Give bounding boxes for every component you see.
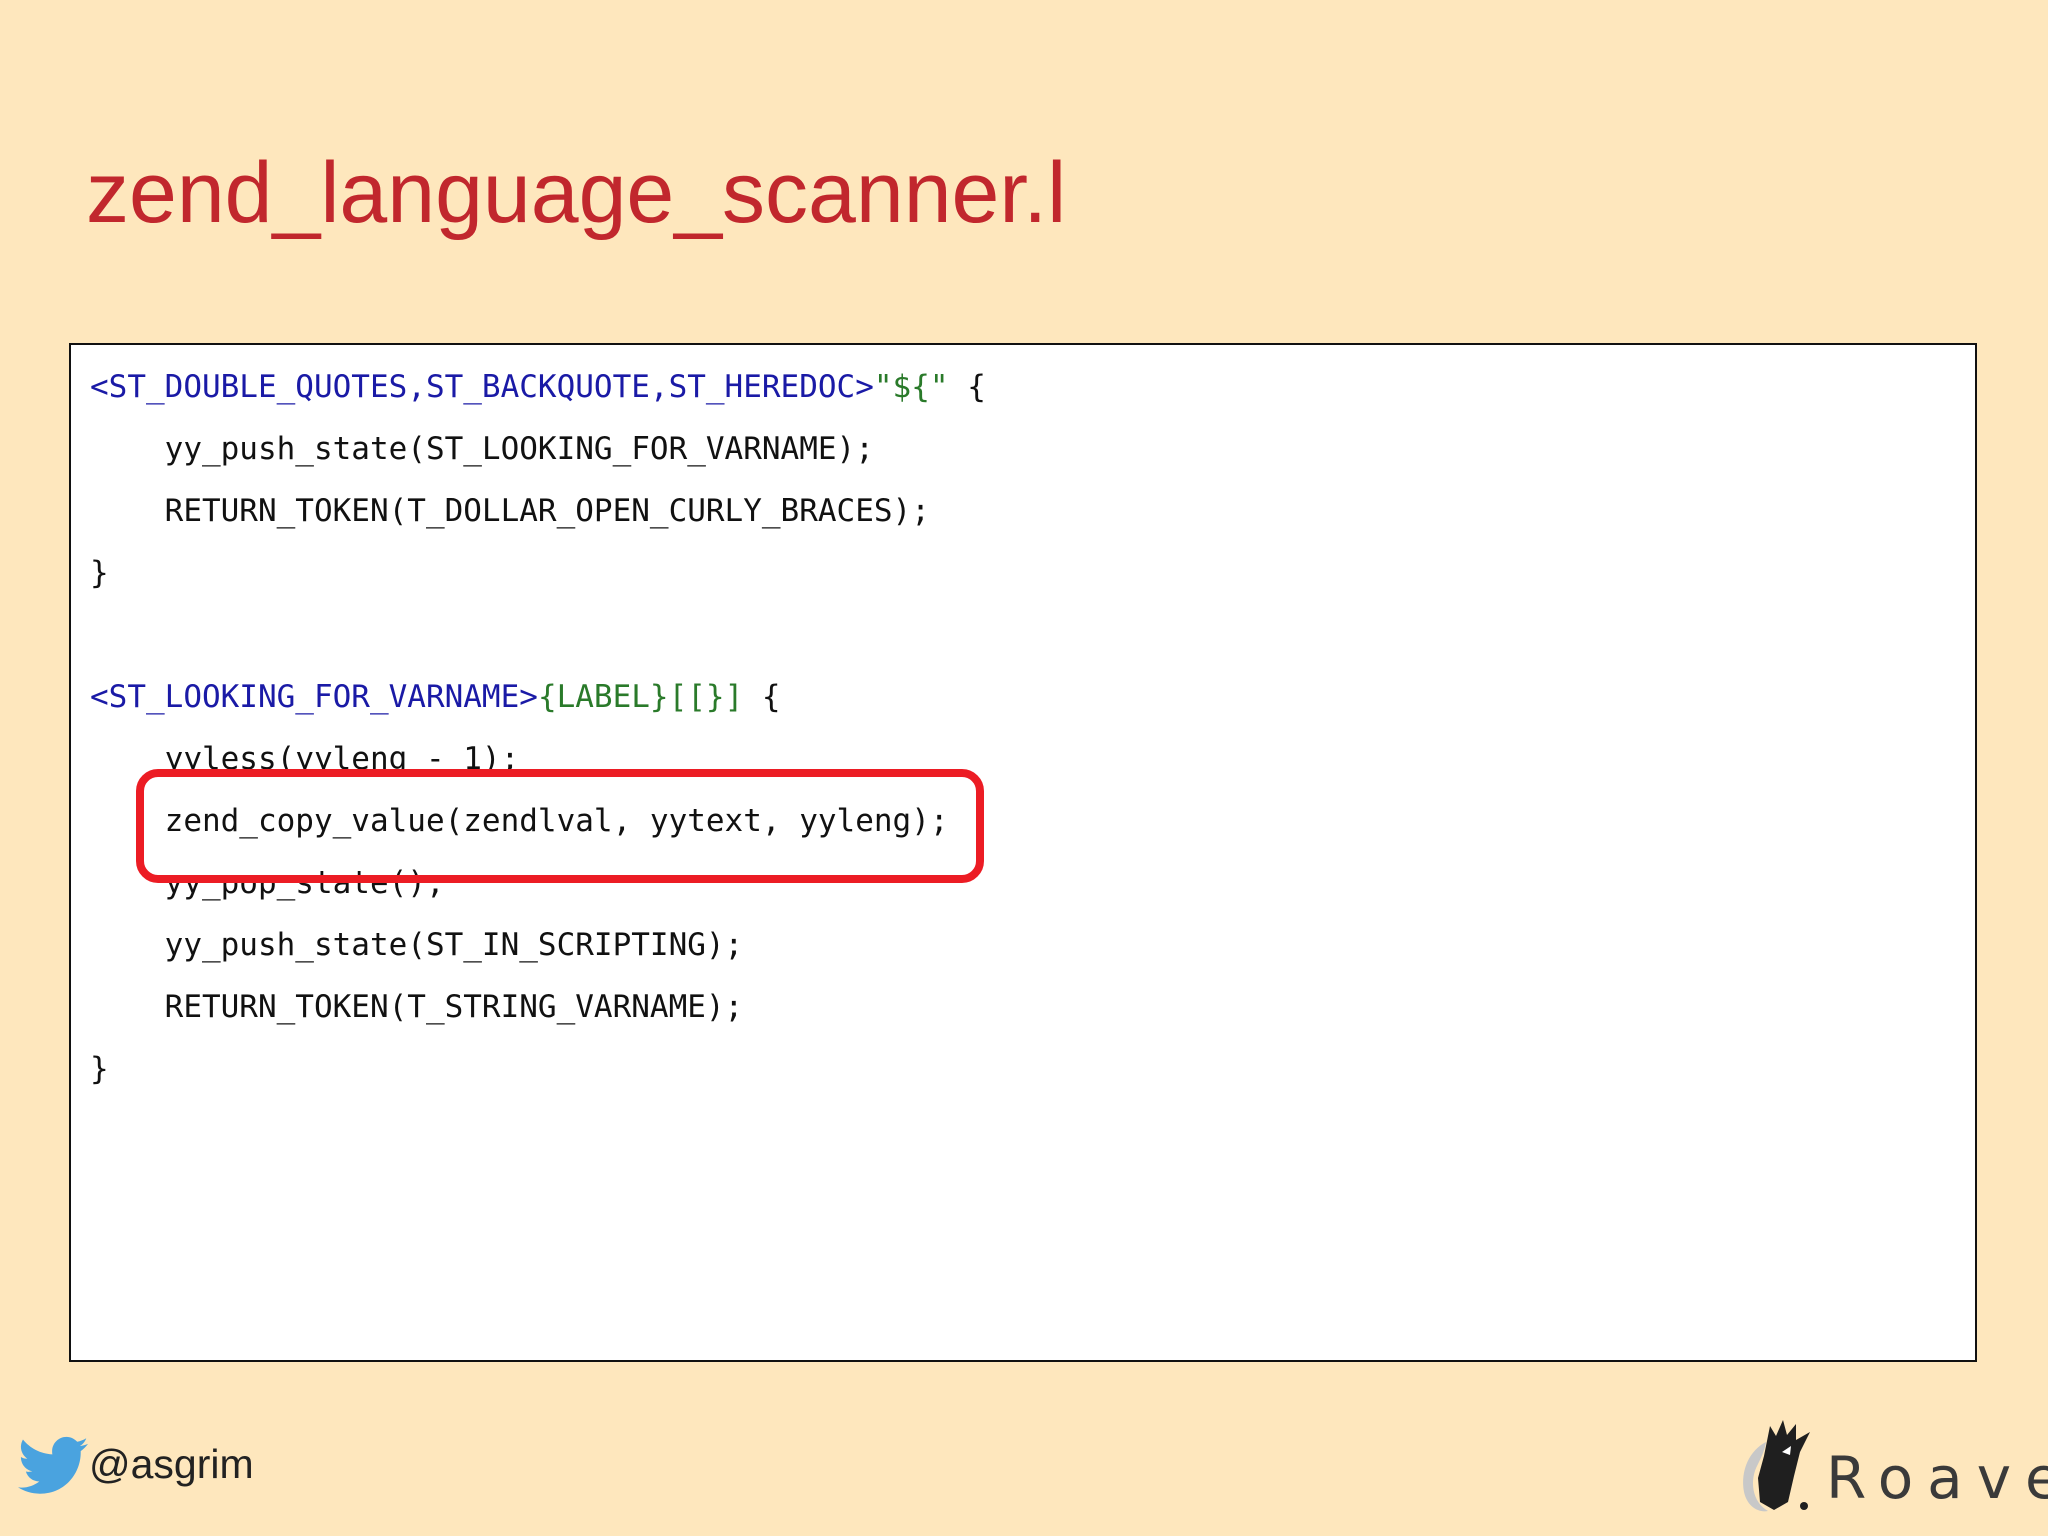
twitter-handle: @asgrim: [89, 1441, 254, 1487]
code-pattern-token: "${": [873, 369, 949, 405]
roave-logo-icon: [1743, 1420, 1810, 1512]
highlight-outline: [136, 769, 984, 883]
code-text: {: [948, 369, 986, 405]
twitter-bird-icon: [18, 1436, 88, 1494]
code-line-2: yy_push_state(ST_LOOKING_FOR_VARNAME);: [90, 431, 874, 467]
code-state-token: <ST_LOOKING_FOR_VARNAME>: [90, 679, 538, 715]
code-line-3: RETURN_TOKEN(T_DOLLAR_OPEN_CURLY_BRACES)…: [90, 493, 930, 529]
slide-title: zend_language_scanner.l: [86, 145, 1067, 241]
code-line-4: }: [90, 555, 109, 591]
code-line-1: <ST_DOUBLE_QUOTES,ST_BACKQUOTE,ST_HEREDO…: [90, 363, 986, 411]
code-state-token: <ST_DOUBLE_QUOTES,ST_BACKQUOTE,ST_HEREDO…: [90, 369, 874, 405]
code-line-11: }: [90, 1051, 109, 1087]
code-line-10: RETURN_TOKEN(T_STRING_VARNAME);: [90, 989, 744, 1025]
code-pattern-token: {LABEL}[[}]: [537, 679, 744, 715]
code-line-9: yy_push_state(ST_IN_SCRIPTING);: [90, 927, 744, 963]
code-text: {: [743, 679, 781, 715]
brand-wordmark: Roave: [1826, 1444, 2048, 1512]
code-line-5: <ST_LOOKING_FOR_VARNAME>{LABEL}[[}] {: [90, 673, 781, 721]
